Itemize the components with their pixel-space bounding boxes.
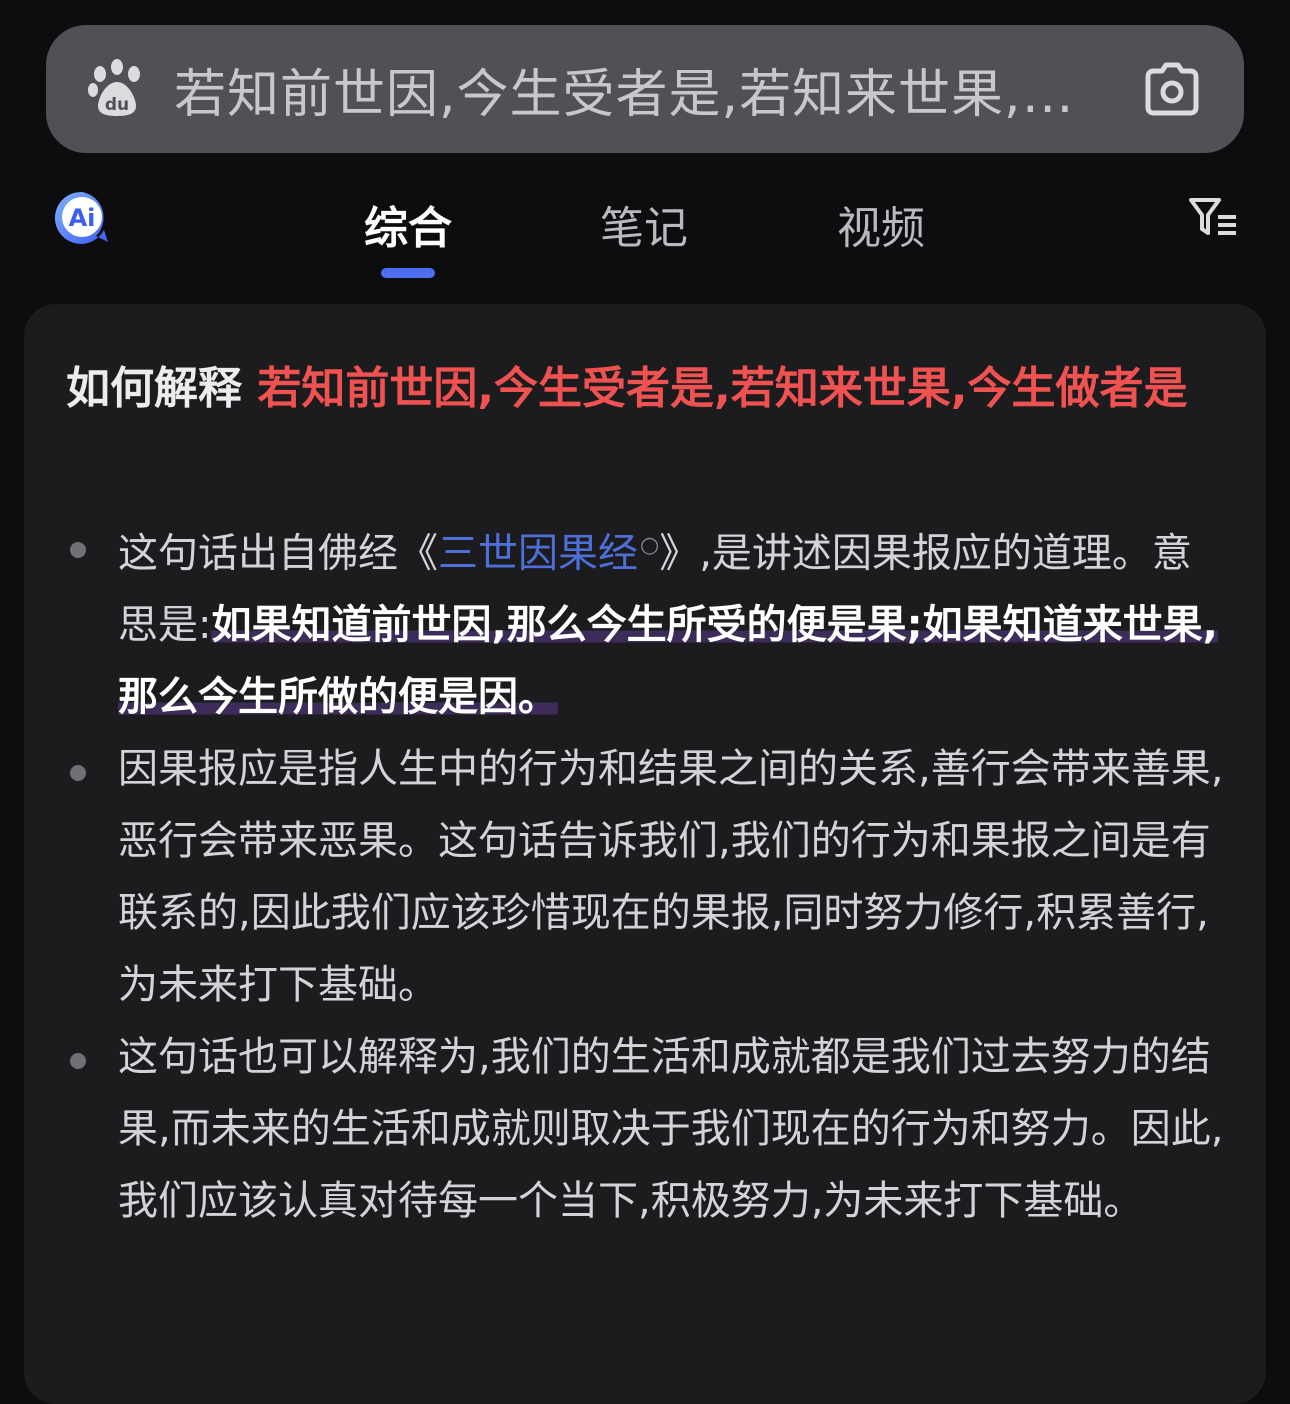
list-item: 这句话出自佛经《三世因果经○》,是讲述因果报应的道理。意思是:如果知道前世因,那… [66,510,1226,733]
tab-bar: 综合 笔记 视频 [0,180,1290,280]
tab-videos[interactable]: 视频 [837,192,925,256]
bullet-text: 这句话出自佛经《 [118,530,438,577]
filter-icon[interactable] [1188,195,1240,239]
active-tab-indicator [381,268,435,278]
bullet-text: 这句话也可以解释为,我们的生活和成就都是我们过去努力的结果,而未来的生活和成就则… [118,1034,1224,1225]
sutra-link[interactable]: 三世因果经 [438,530,638,576]
camera-icon[interactable] [1140,57,1204,121]
bullet-dot [70,542,86,558]
search-bar[interactable]: du 若知前世因,今生受者是,若知来世果,今生做者是 [46,25,1244,153]
bullet-dot [70,765,86,782]
bullet-text: 因果报应是指人生中的行为和结果之间的关系,善行会带来善果,恶行会带来恶果。这句话… [118,746,1224,1009]
answer-title-prefix: 如何解释 [66,363,258,414]
tab-notes[interactable]: 笔记 [600,192,688,256]
list-item: 这句话也可以解释为,我们的生活和成就都是我们过去努力的结果,而未来的生活和成就则… [66,1021,1226,1237]
list-item: 因果报应是指人生中的行为和结果之间的关系,善行会带来善果,恶行会带来恶果。这句话… [66,733,1226,1021]
answer-title-query: 若知前世因,今生受者是,若知来世果,今生做者是 [257,363,1188,414]
svg-text:du: du [105,95,129,115]
answer-title: 如何解释 若知前世因,今生受者是,若知来世果,今生做者是 [66,360,1226,418]
baidu-paw-icon: du [88,59,140,116]
search-mini-icon: ○ [640,533,660,558]
bullet-dot [70,1053,86,1070]
tab-general[interactable]: 综合 [364,192,452,256]
search-query[interactable]: 若知前世因,今生受者是,若知来世果,今生做者是 [174,52,1080,127]
highlighted-meaning: 如果知道前世因,那么今生所受的便是果;如果知道来世果,那么今生所做的便是因。 [118,602,1218,721]
answer-list: 这句话出自佛经《三世因果经○》,是讲述因果报应的道理。意思是:如果知道前世因,那… [66,510,1226,1237]
